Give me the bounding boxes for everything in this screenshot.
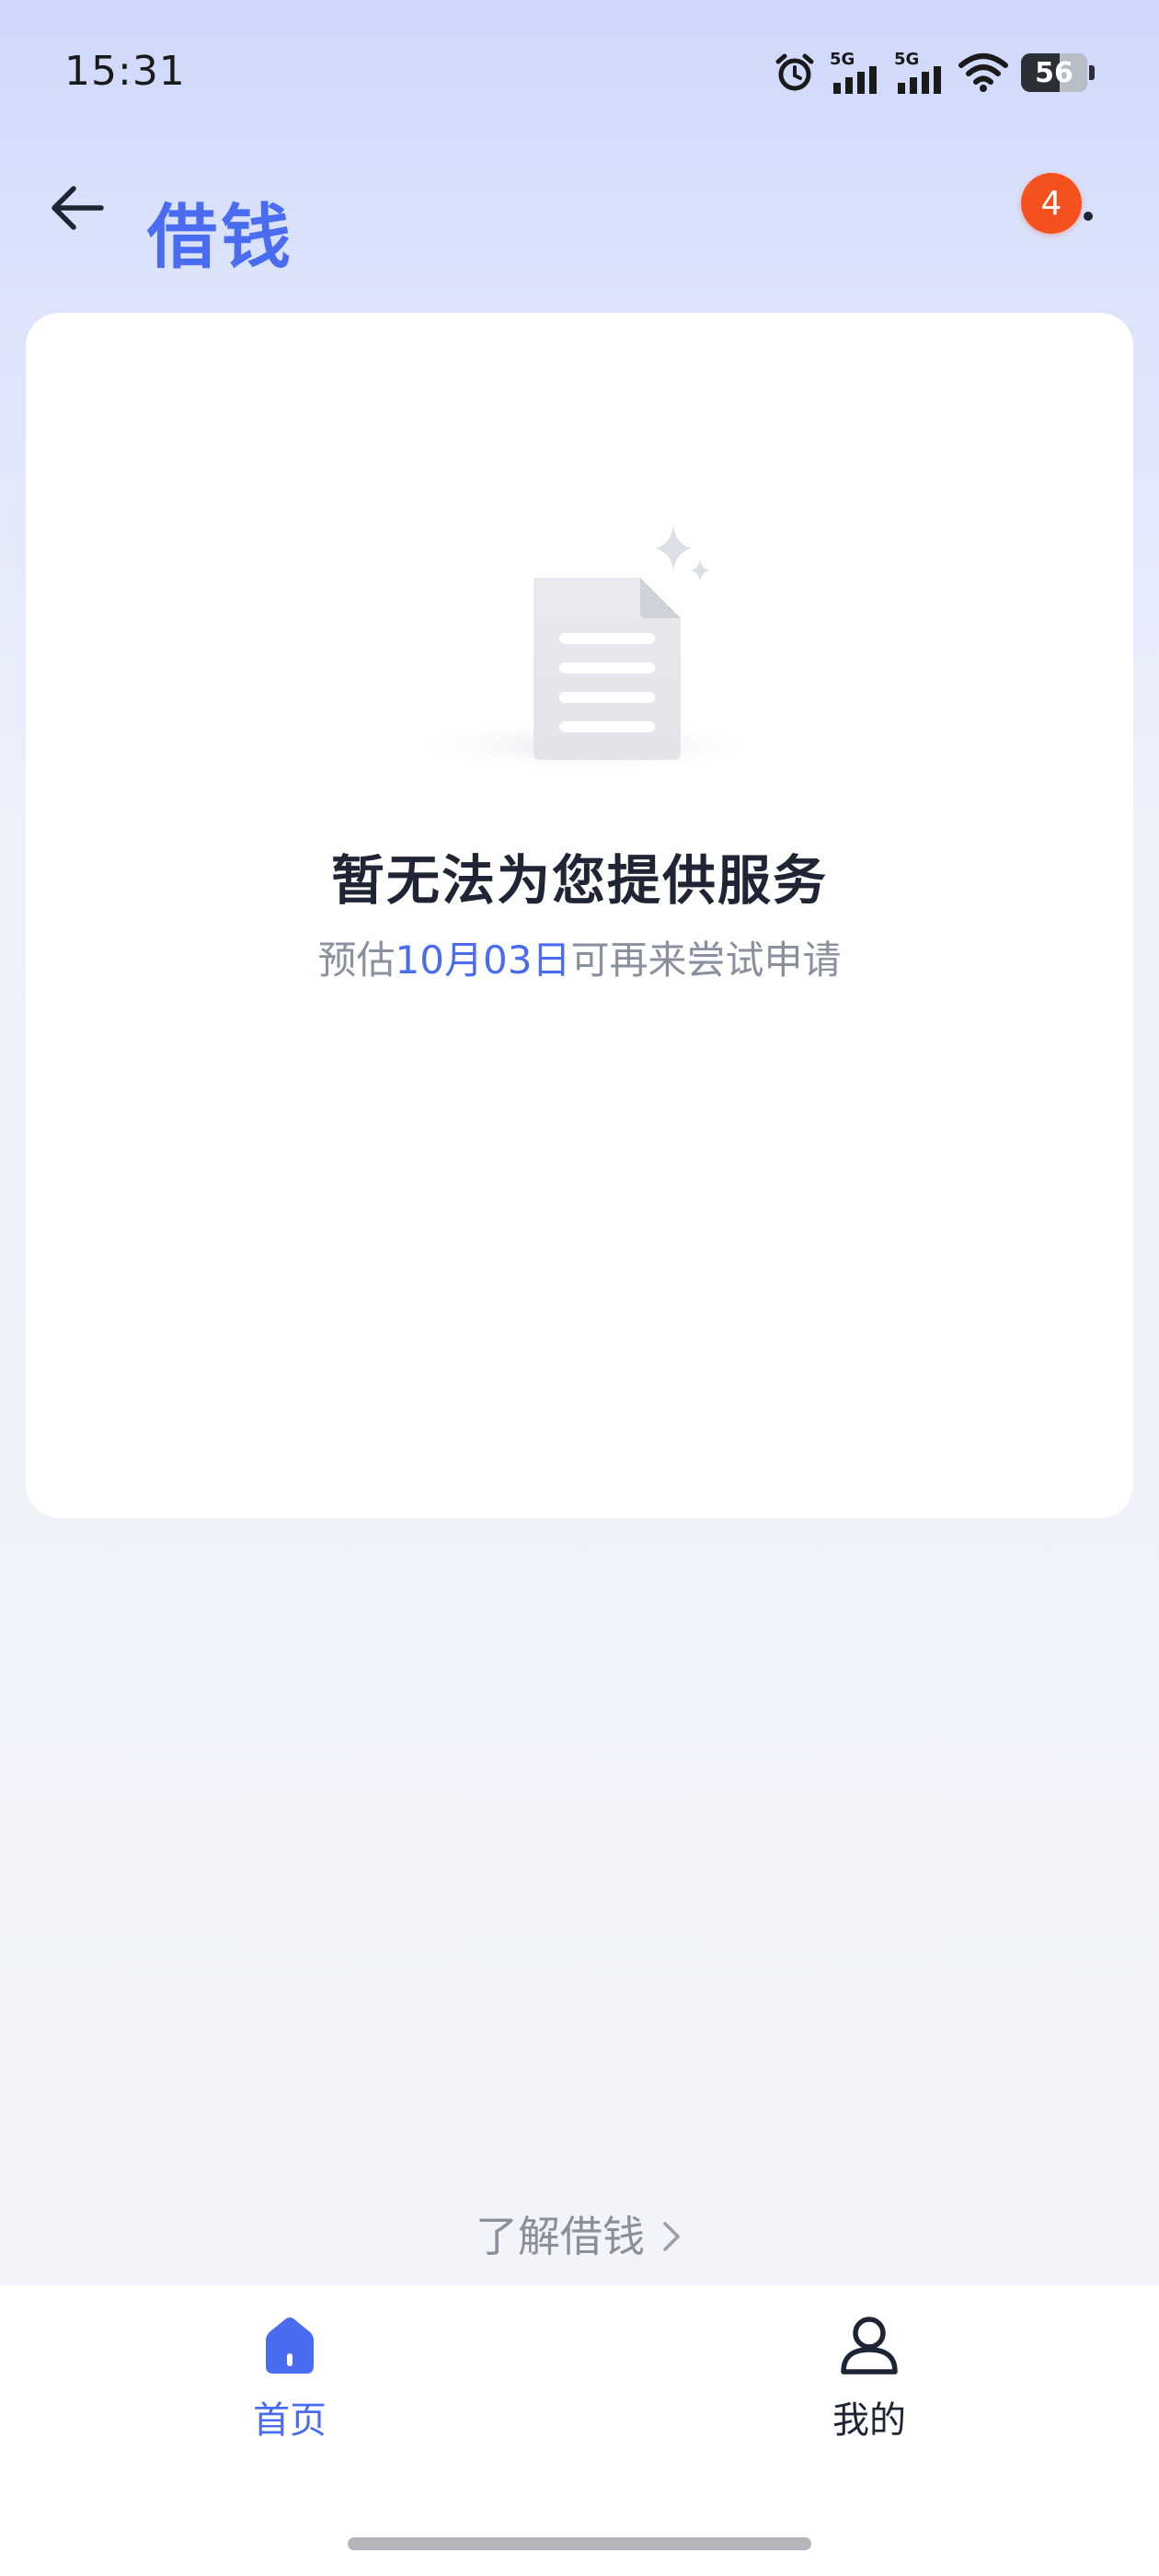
back-arrow-icon [52,186,104,230]
bottom-nav: 首页 我的 [0,2285,1159,2576]
signal-icon-2: 5G [894,50,946,96]
nav-item-home[interactable]: 首页 [152,2313,428,2451]
subtitle-suffix: 可再来尝试申请 [570,937,842,983]
header: 借钱 4 [0,147,1159,313]
nav-label-mine: 我的 [832,2399,906,2442]
alarm-icon [773,51,817,95]
more-button[interactable]: 4 [1021,173,1104,248]
status-icons: 5G 5G 56 [773,50,1095,96]
empty-subtitle: 预估10月03日可再来尝试申请 [26,929,1133,985]
retry-date: 10月03日 [395,937,571,983]
status-time: 15:31 [64,48,186,95]
nav-item-mine[interactable]: 我的 [731,2313,1007,2451]
signal-icon-1: 5G [830,50,881,96]
learn-more-label: 了解借钱 [476,2212,645,2261]
nav-label-home: 首页 [253,2399,327,2442]
battery-cap [1089,65,1095,80]
battery-level: 56 [1035,56,1073,89]
chevron-right-icon [660,2215,683,2265]
back-button[interactable] [40,171,114,245]
notification-badge: 4 [1021,173,1082,234]
page-title: 借钱 [147,196,294,278]
home-icon [266,2317,314,2374]
empty-document-icon [421,526,752,769]
wifi-icon [958,52,1008,93]
status-bar: 15:31 5G 5G 56 [0,0,1159,147]
battery-icon: 56 [1021,53,1087,92]
network-type-1: 5G [830,50,855,69]
user-icon [841,2317,898,2375]
learn-more-link[interactable]: 了解借钱 [0,2203,1159,2265]
network-type-2: 5G [894,50,919,69]
status-card: 暂无法为您提供服务 预估10月03日可再来尝试申请 [26,313,1133,1518]
empty-title: 暂无法为您提供服务 [330,849,828,912]
subtitle-prefix: 预估 [317,937,396,983]
home-indicator[interactable] [348,2537,811,2550]
